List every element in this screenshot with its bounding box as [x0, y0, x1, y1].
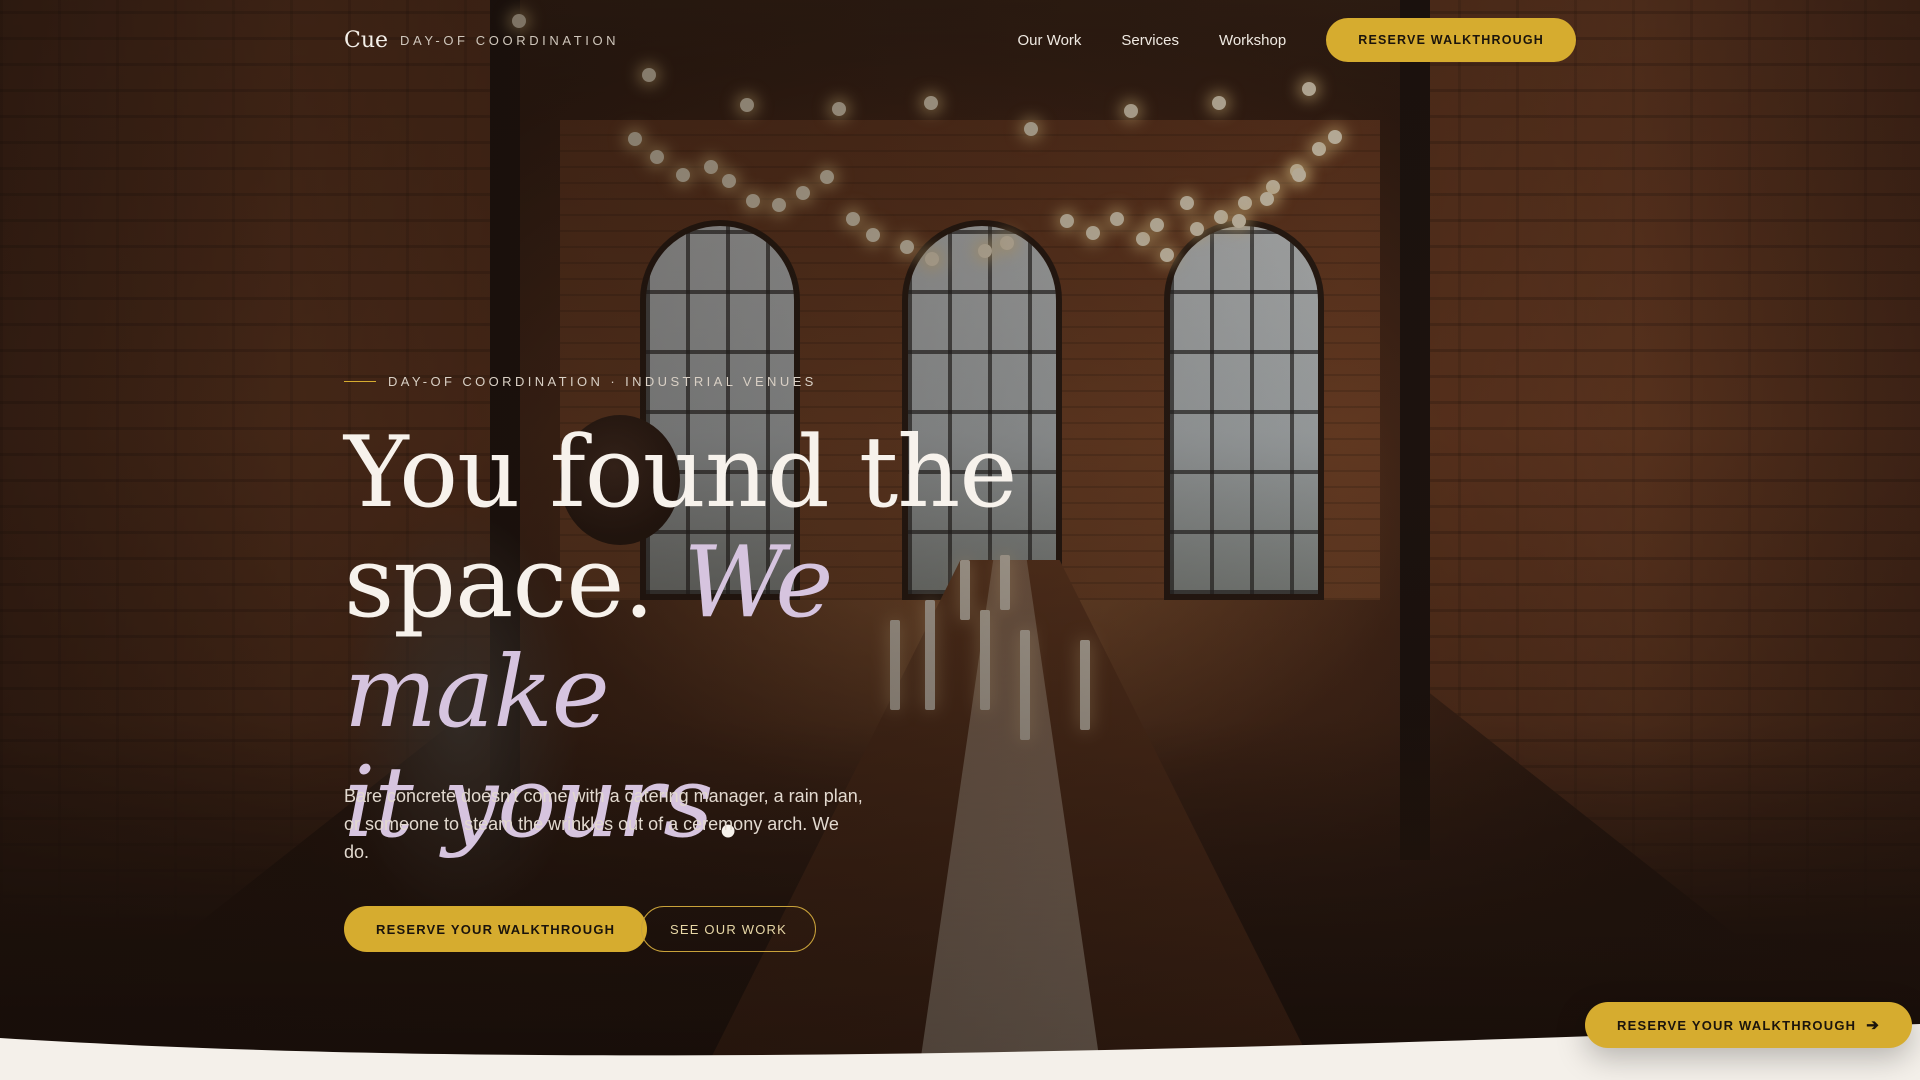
- headline-line-1: You found the: [344, 416, 1017, 530]
- floating-reserve-button[interactable]: RESERVE YOUR WALKTHROUGH ➔: [1585, 1002, 1913, 1048]
- headline-line-2: space.: [344, 526, 654, 640]
- nav-link-our-work[interactable]: Our Work: [1018, 32, 1082, 49]
- hero-lede: Bare concrete doesn't come with a cateri…: [344, 786, 863, 862]
- site-header: Cue DAY-OF COORDINATION Our Work Service…: [344, 18, 1576, 62]
- main-nav: Our Work Services Workshop RESERVE WALKT…: [978, 18, 1576, 62]
- eyebrow-rule: [344, 381, 376, 382]
- brand-tagline: DAY-OF COORDINATION: [400, 32, 620, 48]
- reserve-walkthrough-button[interactable]: RESERVE WALKTHROUGH: [1326, 18, 1576, 62]
- nav-link-workshop[interactable]: Workshop: [1219, 32, 1286, 49]
- nav-link-services[interactable]: Services: [1121, 32, 1179, 49]
- hero-eyebrow: DAY-OF COORDINATION · INDUSTRIAL VENUES: [344, 374, 817, 389]
- eyebrow-text: DAY-OF COORDINATION · INDUSTRIAL VENUES: [388, 374, 817, 389]
- hero-section: Cue DAY-OF COORDINATION Our Work Service…: [0, 0, 1920, 1080]
- floating-reserve-label: RESERVE YOUR WALKTHROUGH: [1617, 1017, 1857, 1033]
- brand-logo[interactable]: Cue: [344, 28, 388, 53]
- see-our-work-button[interactable]: SEE OUR WORK: [641, 906, 816, 952]
- arrow-right-icon: ➔: [1866, 1017, 1881, 1034]
- reserve-your-walkthrough-button[interactable]: RESERVE YOUR WALKTHROUGH: [344, 906, 648, 952]
